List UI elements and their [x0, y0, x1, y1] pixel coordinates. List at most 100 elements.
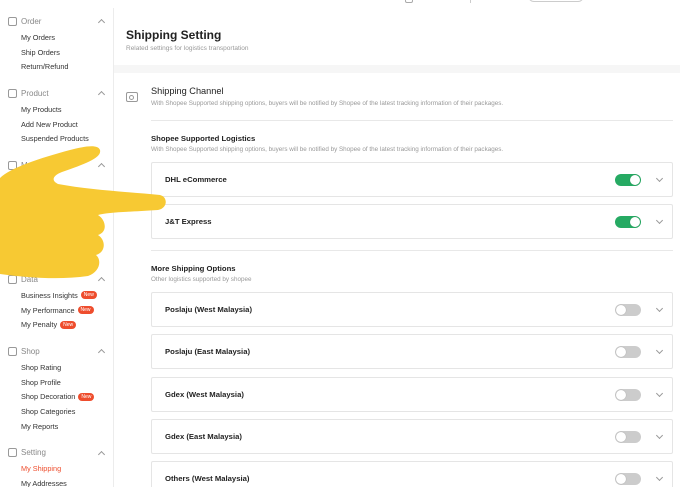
- sidebar-item-shop-profile[interactable]: Shop Profile: [0, 375, 113, 390]
- sidebar-section-order: Order My Orders Ship Orders Return/Refun…: [0, 12, 113, 74]
- sidebar-section-header[interactable]: Order: [0, 12, 113, 30]
- chevron-up-icon: [97, 163, 106, 171]
- logistics-toggle[interactable]: [615, 174, 641, 186]
- logistics-name: Gdex (East Malaysia): [165, 432, 242, 441]
- sidebar-item-shop-decoration[interactable]: Shop Decoration New: [0, 390, 113, 405]
- new-badge: New: [77, 306, 94, 315]
- sidebar-item-suspended-products[interactable]: Suspended Products: [0, 131, 113, 146]
- help-icon[interactable]: [405, 0, 413, 3]
- logistics-name: Poslaju (East Malaysia): [165, 347, 251, 356]
- logistics-toggle[interactable]: [615, 346, 641, 358]
- logistics-name: Poslaju (West Malaysia): [165, 305, 253, 314]
- logistics-toggle[interactable]: [615, 473, 641, 485]
- chevron-down-icon[interactable]: [655, 346, 664, 355]
- sidebar-section-header[interactable]: Shop: [0, 342, 113, 360]
- page-title: Shipping Setting: [126, 28, 222, 42]
- sidebar-section-title: Marketing: [21, 160, 57, 170]
- divider: [151, 250, 673, 251]
- chevron-up-icon: [97, 450, 106, 458]
- sidebar-item-add-new-product[interactable]: Add New Product: [0, 117, 113, 132]
- logistics-name: DHL eCommerce: [165, 175, 227, 184]
- logistics-name: Others (West Malaysia): [165, 474, 250, 483]
- account-menu[interactable]: [528, 0, 584, 2]
- sidebar-section-product: Product My Products Add New Product Susp…: [0, 84, 113, 146]
- sidebar-item-my-addresses[interactable]: My Addresses: [0, 476, 113, 487]
- chevron-up-icon: [97, 349, 106, 357]
- new-badge: New: [80, 291, 97, 300]
- logistics-row-others-west: Others (West Malaysia): [151, 461, 673, 487]
- sidebar-section-header[interactable]: Data: [0, 270, 113, 288]
- logistics-row-poslaju-east: Poslaju (East Malaysia): [151, 334, 673, 369]
- chevron-down-icon[interactable]: [655, 304, 664, 313]
- sidebar: Order My Orders Ship Orders Return/Refun…: [0, 8, 114, 487]
- logistics-toggle[interactable]: [615, 389, 641, 401]
- sidebar-item-business-insights[interactable]: Business Insights New: [0, 288, 113, 303]
- main-content: Shipping Setting Related settings for lo…: [114, 8, 680, 487]
- chevron-down-icon[interactable]: [655, 174, 664, 183]
- sidebar-section-header[interactable]: Product: [0, 84, 113, 102]
- chevron-up-icon: [97, 91, 106, 99]
- sidebar-section-title: Data: [21, 274, 38, 284]
- sidebar-section-header[interactable]: Marketing: [0, 156, 113, 174]
- sidebar-item-return-refund[interactable]: Return/Refund: [0, 59, 113, 74]
- logistics-toggle[interactable]: [615, 431, 641, 443]
- sidebar-section-data: Data Business Insights New My Performanc…: [0, 270, 113, 332]
- sidebar-item-my-orders[interactable]: My Orders: [0, 30, 113, 45]
- sidebar-item-label: Shop Decoration: [21, 392, 76, 402]
- sidebar-section-marketing: Marketing: [0, 156, 113, 174]
- new-badge: New: [78, 392, 95, 401]
- supported-logistics-title: Shopee Supported Logistics: [151, 134, 256, 143]
- shop-icon: [8, 346, 17, 356]
- sidebar-item-my-products[interactable]: My Products: [0, 102, 113, 117]
- sidebar-item-label: My Performance: [21, 305, 75, 315]
- tag-icon: [8, 160, 17, 170]
- new-badge: New: [60, 320, 77, 329]
- divider: [151, 120, 673, 121]
- top-separator: [470, 0, 471, 3]
- section-divider: [114, 65, 680, 73]
- sidebar-section-header[interactable]: Setting: [0, 444, 113, 462]
- order-icon: [8, 16, 17, 26]
- more-shipping-options-title: More Shipping Options: [151, 264, 236, 273]
- chart-icon: [8, 274, 17, 284]
- more-shipping-options-description: Other logistics supported by shopee: [151, 276, 252, 283]
- sidebar-item-my-performance[interactable]: My Performance New: [0, 303, 113, 318]
- shipping-channel-title: Shipping Channel: [151, 86, 224, 96]
- chevron-up-icon: [97, 277, 106, 285]
- chevron-down-icon[interactable]: [655, 473, 664, 482]
- shipping-channel-icon: [126, 92, 138, 102]
- sidebar-item-shop-rating[interactable]: Shop Rating: [0, 360, 113, 375]
- logistics-name: Gdex (West Malaysia): [165, 390, 244, 399]
- sidebar-item-my-shipping[interactable]: My Shipping: [0, 462, 113, 477]
- sidebar-section-title: Order: [21, 16, 42, 26]
- logistics-row-jt-express: J&T Express: [151, 204, 673, 239]
- top-bar: [0, 0, 680, 8]
- chevron-up-icon: [97, 18, 106, 27]
- sidebar-item-label: Business Insights: [21, 290, 78, 300]
- logistics-row-gdex-east: Gdex (East Malaysia): [151, 419, 673, 454]
- chevron-down-icon[interactable]: [655, 431, 664, 440]
- sidebar-section-setting: Setting My Shipping My Addresses: [0, 444, 113, 487]
- gear-icon: [8, 448, 17, 458]
- sidebar-item-ship-orders[interactable]: Ship Orders: [0, 45, 113, 60]
- logistics-name: J&T Express: [165, 217, 212, 226]
- shipping-channel-description: With Shopee Supported shipping options, …: [151, 100, 504, 107]
- sidebar-section-title: Setting: [21, 448, 46, 458]
- page-subtitle: Related settings for logistics transport…: [126, 45, 249, 52]
- logistics-toggle[interactable]: [615, 216, 641, 228]
- product-icon: [8, 88, 17, 98]
- logistics-row-dhl-ecommerce: DHL eCommerce: [151, 162, 673, 197]
- sidebar-item-my-reports[interactable]: My Reports: [0, 419, 113, 434]
- sidebar-item-my-penalty[interactable]: My Penalty New: [0, 318, 113, 333]
- chevron-down-icon[interactable]: [655, 389, 664, 398]
- logistics-row-poslaju-west: Poslaju (West Malaysia): [151, 292, 673, 327]
- sidebar-section-title: Product: [21, 88, 49, 98]
- logistics-toggle[interactable]: [615, 304, 641, 316]
- sidebar-item-label: My Penalty: [21, 320, 58, 330]
- chevron-down-icon[interactable]: [655, 216, 664, 225]
- sidebar-section-shop: Shop Shop Rating Shop Profile Shop Decor…: [0, 342, 113, 433]
- sidebar-item-shop-categories[interactable]: Shop Categories: [0, 404, 113, 419]
- sidebar-hidden-region: [0, 174, 113, 266]
- supported-logistics-description: With Shopee Supported shipping options, …: [151, 146, 504, 153]
- sidebar-section-title: Shop: [21, 346, 40, 356]
